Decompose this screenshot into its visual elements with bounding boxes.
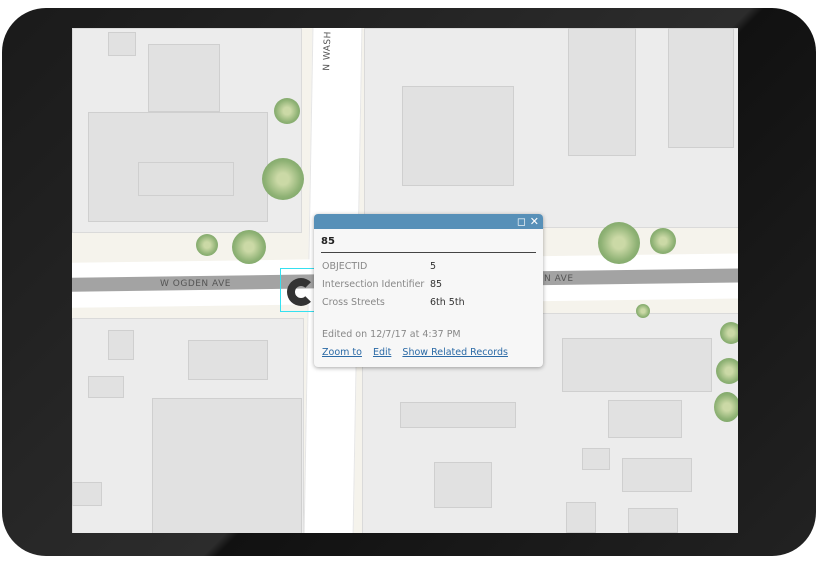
building	[582, 448, 610, 470]
field-label: Cross Streets	[322, 296, 385, 308]
field-label: OBJECTID	[322, 260, 368, 272]
tree	[196, 234, 218, 256]
building	[562, 338, 712, 392]
edit-link[interactable]: Edit	[373, 347, 391, 358]
building	[668, 28, 734, 148]
building	[568, 28, 636, 156]
building	[400, 402, 516, 428]
edited-info: Edited on 12/7/17 at 4:37 PM	[322, 329, 461, 340]
building	[88, 376, 124, 398]
building	[152, 398, 302, 533]
popup-title: 85	[321, 236, 536, 253]
building	[188, 340, 268, 380]
table-row: Intersection Identifier 85	[322, 275, 465, 293]
building	[628, 508, 678, 533]
table-row: OBJECTID 5	[322, 257, 465, 275]
building	[148, 44, 220, 112]
tree	[720, 322, 738, 344]
map-view[interactable]: W OGDEN AVE N AVE N WASH ◻ ✕ 85 OBJECTID…	[72, 28, 738, 533]
street-label: W OGDEN AVE	[160, 279, 231, 289]
building	[108, 330, 134, 360]
building	[622, 458, 692, 492]
attribute-table: OBJECTID 5 Intersection Identifier 85 Cros…	[322, 257, 465, 311]
field-value: 6th 5th	[430, 296, 465, 308]
street-label: N AVE	[544, 274, 574, 284]
feature-popup: ◻ ✕ 85 OBJECTID 5 Intersection Identifier…	[314, 214, 543, 367]
show-related-records-link[interactable]: Show Related Records	[402, 347, 508, 358]
table-row: Cross Streets 6th 5th	[322, 293, 465, 311]
street-label: N WASH	[322, 31, 334, 71]
tree	[598, 222, 640, 264]
building	[608, 400, 682, 438]
field-value: 5	[430, 260, 437, 272]
tree	[716, 358, 738, 384]
tree	[714, 392, 738, 422]
zoom-to-link[interactable]: Zoom to	[322, 347, 362, 358]
field-label: Intersection Identifier	[322, 278, 425, 290]
tree	[232, 230, 266, 264]
building	[434, 462, 492, 508]
building	[402, 86, 514, 186]
building	[108, 32, 136, 56]
building	[72, 482, 102, 506]
intersection-marker[interactable]	[287, 278, 315, 306]
building	[138, 162, 234, 196]
popup-header: ◻ ✕	[314, 214, 543, 229]
popup-actions: Zoom to Edit Show Related Records	[322, 347, 535, 358]
tree	[274, 98, 300, 124]
tree	[262, 158, 304, 200]
field-value: 85	[430, 278, 443, 290]
close-icon[interactable]: ✕	[530, 214, 539, 229]
tree	[650, 228, 676, 254]
maximize-icon[interactable]: ◻	[517, 214, 526, 229]
building	[566, 502, 596, 533]
tree	[636, 304, 650, 318]
